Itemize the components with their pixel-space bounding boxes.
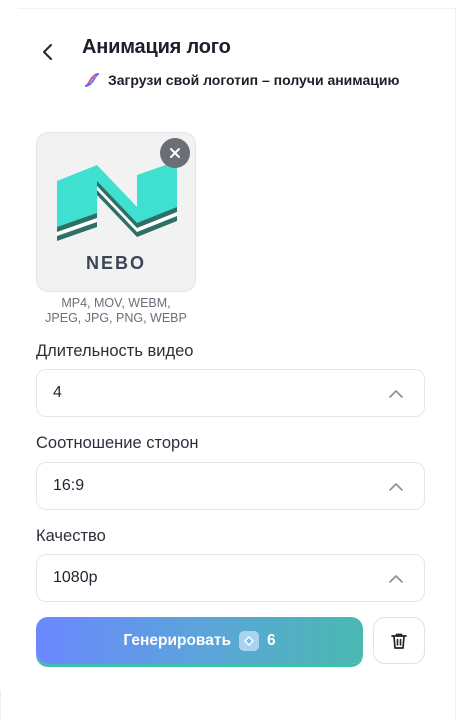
back-button[interactable]	[36, 40, 60, 64]
quality-value: 1080p	[53, 569, 98, 586]
formats-line-2: JPEG, JPG, PNG, WEBP	[45, 311, 187, 325]
chevron-left-icon	[43, 44, 52, 60]
panel-top-border	[18, 8, 456, 9]
generate-button[interactable]: Генерировать 6	[36, 617, 363, 664]
duration-label: Длительность видео	[36, 342, 194, 360]
logo-wordmark: NEBO	[85, 253, 146, 273]
chevron-up-icon	[389, 575, 403, 583]
page-subtitle: Загрузи свой логотип – получи анимацию	[82, 70, 399, 90]
generate-cost: 6	[266, 631, 276, 649]
duration-select[interactable]: 4	[36, 369, 425, 417]
logo-animation-panel: Анимация лого Загрузи свой логотип – пол…	[0, 0, 456, 721]
subtitle-text: Загрузи свой логотип – получи анимацию	[108, 72, 400, 88]
aspect-ratio-label: Соотношение сторон	[36, 434, 199, 452]
chevron-up-icon	[389, 390, 403, 398]
aspect-ratio-value: 16:9	[53, 477, 85, 494]
supported-formats: MP4, MOV, WEBM, JPEG, JPG, PNG, WEBP	[36, 296, 196, 326]
duration-value: 4	[53, 384, 62, 401]
panel-left-border	[0, 690, 1, 721]
aspect-ratio-select[interactable]: 16:9	[36, 462, 425, 510]
delete-button[interactable]	[373, 617, 425, 664]
gem-icon	[238, 630, 259, 651]
generate-label: Генерировать	[123, 631, 231, 649]
trash-icon	[391, 633, 407, 649]
quality-label: Качество	[36, 527, 106, 545]
formats-line-1: MP4, MOV, WEBM,	[61, 296, 171, 310]
remove-logo-button[interactable]	[160, 138, 190, 168]
quality-select[interactable]: 1080p	[36, 554, 425, 602]
close-icon	[170, 148, 180, 158]
dna-icon	[85, 73, 99, 87]
logo-image	[57, 161, 177, 241]
page-title: Анимация лого	[82, 36, 231, 58]
chevron-up-icon	[389, 483, 403, 491]
